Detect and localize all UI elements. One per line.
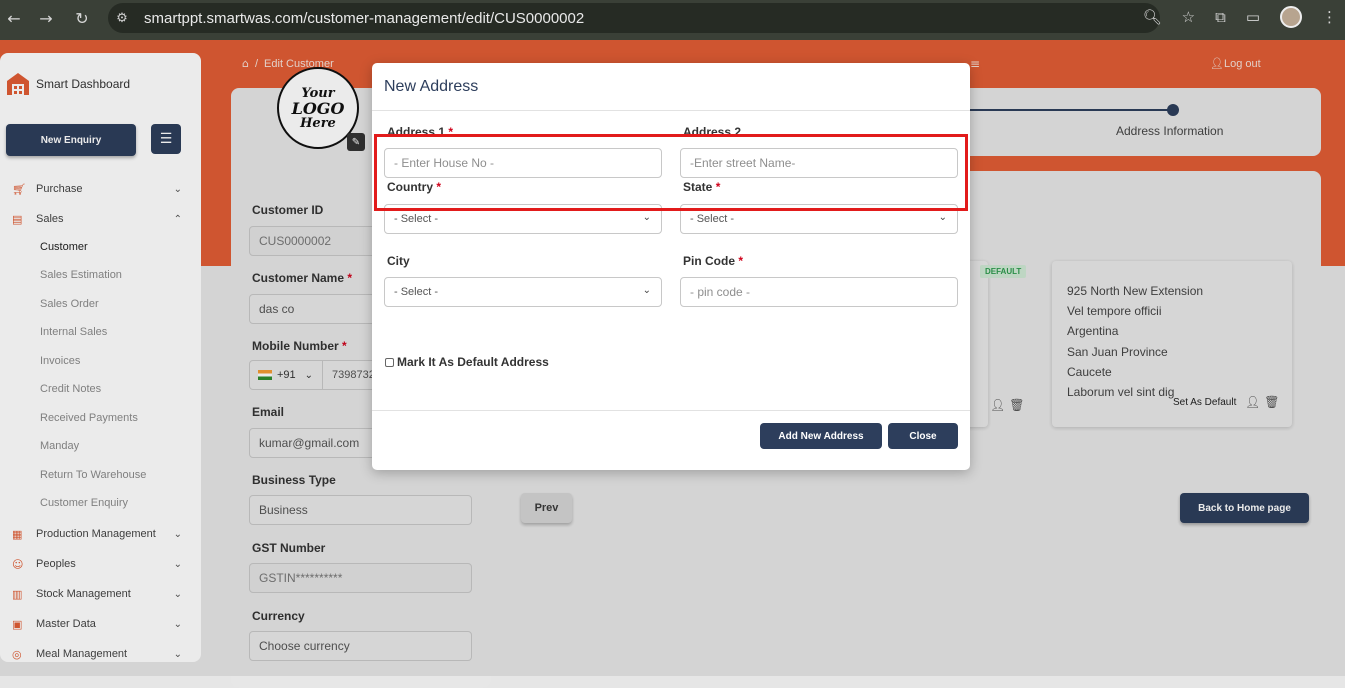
- modal-divider: [372, 110, 970, 111]
- back-icon[interactable]: ←: [0, 9, 28, 28]
- chevron-down-icon: ⌄: [642, 285, 651, 296]
- modal-title: New Address: [384, 78, 479, 95]
- site-settings-icon[interactable]: ⚙: [108, 11, 136, 26]
- close-button[interactable]: Close: [888, 423, 958, 449]
- browser-menu-icon[interactable]: ⋮: [1322, 8, 1337, 26]
- pincode-label: Pin Code *: [683, 254, 744, 268]
- highlight-box: [374, 134, 968, 211]
- browser-toolbar: ← → ↻ ⚙ smartppt.smartwas.com/customer-m…: [0, 0, 1345, 40]
- modal-divider: [372, 410, 970, 411]
- checkbox-label: Mark It As Default Address: [397, 355, 549, 369]
- forward-icon[interactable]: →: [32, 9, 60, 28]
- reload-icon[interactable]: ↻: [68, 9, 96, 28]
- checkbox-box[interactable]: [385, 357, 394, 367]
- default-address-checkbox[interactable]: Mark It As Default Address: [385, 355, 549, 369]
- city-select[interactable]: - Select - ⌄: [384, 277, 662, 307]
- chevron-down-icon: ⌄: [938, 212, 947, 223]
- add-new-address-button[interactable]: Add New Address: [760, 423, 882, 449]
- state-value: - Select -: [690, 213, 735, 225]
- url-text[interactable]: smartppt.smartwas.com/customer-managemen…: [144, 10, 584, 27]
- bookmark-star-icon[interactable]: ☆: [1182, 8, 1195, 26]
- pincode-input[interactable]: - pin code -: [680, 277, 958, 307]
- browser-actions: 🔍︎ ☆ ⧉ ▭ ⋮: [1143, 6, 1337, 28]
- new-address-modal: New Address Address 1 * - Enter House No…: [372, 63, 970, 470]
- chevron-down-icon: ⌄: [642, 212, 651, 223]
- zoom-icon[interactable]: 🔍︎: [1143, 8, 1162, 26]
- address-bar[interactable]: ⚙ smartppt.smartwas.com/customer-managem…: [108, 3, 1160, 33]
- cast-icon[interactable]: ▭: [1246, 8, 1260, 26]
- profile-avatar[interactable]: [1280, 6, 1302, 28]
- city-value: - Select -: [394, 286, 439, 298]
- country-value: - Select -: [394, 213, 439, 225]
- city-label: City: [387, 254, 410, 268]
- extensions-icon[interactable]: ⧉: [1215, 8, 1226, 26]
